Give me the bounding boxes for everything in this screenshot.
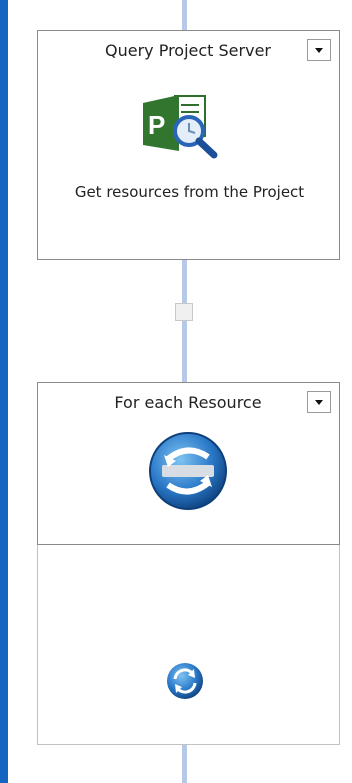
canvas-left-border — [0, 0, 8, 783]
action-title: For each Resource — [114, 393, 262, 412]
dropdown-arrow-icon — [315, 399, 323, 405]
connector-line-middle — [182, 260, 187, 382]
action-query-project-server[interactable]: Query Project Server P Get resources fro… — [37, 30, 340, 260]
project-server-query-icon: P — [143, 95, 218, 159]
action-menu-dropdown-button[interactable] — [307, 391, 331, 413]
action-menu-dropdown-button[interactable] — [307, 39, 331, 61]
join-square-1[interactable] — [175, 303, 193, 321]
loop-end-icon — [167, 663, 203, 699]
connector-line-top — [182, 0, 187, 30]
svg-text:P: P — [148, 110, 165, 140]
loop-body-container — [37, 545, 340, 745]
action-title: Query Project Server — [104, 41, 271, 60]
loop-icon — [149, 432, 227, 510]
action-for-each-resource[interactable]: For each Resource — [37, 382, 340, 545]
action-description: Get resources from the Project — [74, 183, 305, 201]
dropdown-arrow-icon — [315, 47, 323, 53]
workflow-canvas: Query Project Server P Get resources fro… — [0, 0, 352, 783]
